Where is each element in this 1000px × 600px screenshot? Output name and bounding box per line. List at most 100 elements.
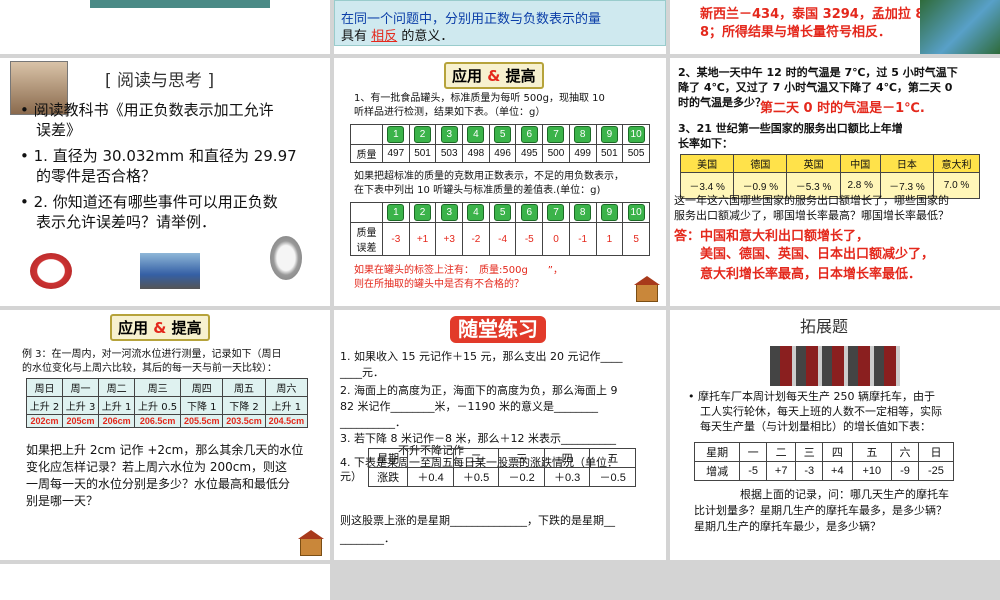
row-label-b: 误差 bbox=[356, 243, 377, 254]
week-header: 五 bbox=[851, 442, 893, 462]
definition-line-2: 具有 相反 的意义． bbox=[341, 28, 453, 46]
mass-value: 495 bbox=[515, 144, 544, 163]
day-header: 周六 bbox=[264, 378, 309, 397]
answer-line-1: 答：中国和意大利出口额增长了， bbox=[674, 229, 870, 244]
can-number: 5 bbox=[494, 204, 512, 221]
table-row: 上升 2 上升 3 上升 1 上升 0.5 下降 1 下降 2 上升 1 bbox=[25, 396, 309, 415]
water-level-table: 周日 周一 周二 周三 周四 周五 周六 上升 2 上升 3 上升 1 上升 0… bbox=[25, 378, 309, 428]
slide-practice: 随堂练习 1. 如果收入 15 元记作＋15 元，那么支出 20 元记作____… bbox=[334, 310, 666, 560]
slide-temperature: 2、某地一天中午 12 时的气温是 7℃，过 5 小时气温下 降了 4℃，又过了… bbox=[670, 58, 1000, 306]
definition-line-1: 在同一个问题中，分别用正数与负数表示的量 bbox=[341, 12, 602, 27]
example-question-c: 一周每一天的水位分别是多少？水位最高和最低分 bbox=[26, 477, 291, 491]
home-icon[interactable] bbox=[634, 276, 660, 302]
table-cell: 10 bbox=[622, 124, 650, 145]
table-cell: 5 bbox=[488, 124, 517, 145]
example-question: 如果把上升 2cm 记作 +2cm，那么其余几天的水位 bbox=[26, 443, 304, 457]
stock-header: 四 bbox=[543, 448, 591, 468]
temp-question-b: 降了 4℃，又过了 7 小时气温又下降了 4℃，第二天 0 bbox=[678, 81, 953, 94]
level-value: 203.5cm bbox=[222, 414, 266, 428]
motorcycles-image bbox=[770, 346, 900, 386]
alarm-clock-image bbox=[30, 253, 72, 289]
week-header: 四 bbox=[822, 442, 853, 462]
example-question-d: 别是哪一天？ bbox=[26, 494, 99, 508]
temp-answer: 第二天 0 时的气温是－1℃. bbox=[760, 101, 925, 116]
stock-header: 星期 bbox=[367, 448, 409, 468]
table-cell: 3 bbox=[435, 124, 464, 145]
practice-q4b: 元） bbox=[340, 470, 362, 483]
can-number: 1 bbox=[387, 204, 405, 221]
week-header: 三 bbox=[795, 442, 824, 462]
day-header: 周四 bbox=[180, 378, 224, 397]
river-image bbox=[920, 0, 1000, 54]
table-cell: 8 bbox=[568, 124, 597, 145]
country-name: 日本 bbox=[879, 154, 935, 173]
week-header: 日 bbox=[917, 442, 955, 462]
mass-value: 503 bbox=[435, 144, 464, 163]
diff-value: +1 bbox=[408, 222, 437, 256]
slide-reading: [ 阅读与思考 ] • 阅读教科书《用正负数表示加工允许 误差》 • 1. 直径… bbox=[0, 58, 330, 306]
extension-question-b: 比计划量多？星期几生产的摩托车最多，是多少辆？ bbox=[694, 504, 947, 517]
reading-title: [ 阅读与思考 ] bbox=[105, 71, 215, 91]
example-question-b: 变化应怎样记录？若上周六水位为 200cm，则这 bbox=[26, 460, 288, 474]
diff-value: -4 bbox=[488, 222, 517, 256]
stock-header: 五 bbox=[589, 448, 636, 468]
level-value: 205cm bbox=[62, 414, 100, 428]
slide-apply-1: 应用 & 提高 1、有一批食品罐头，标准质量为每听 500g，现抽取 10 听样… bbox=[334, 58, 666, 306]
stock-header: 三 bbox=[498, 448, 545, 468]
diff-value: -5 bbox=[515, 222, 544, 256]
reading-bullet-2: • 1. 直径为 30.032mm 和直径为 29.97 bbox=[20, 147, 297, 165]
can-number: 9 bbox=[600, 126, 618, 143]
slide-top-left bbox=[0, 0, 330, 54]
week-header: 二 bbox=[765, 442, 797, 462]
extension-question: 根据上面的记录，问：哪几天生产的摩托车 bbox=[740, 488, 949, 501]
question-1b: 听样品进行检测，结果如下表。（单位：g） bbox=[354, 107, 546, 118]
can-number: 6 bbox=[520, 204, 538, 221]
level-value: 202cm bbox=[25, 414, 64, 428]
diff-value: -1 bbox=[568, 222, 597, 256]
apply-badge: 应用 & 提高 bbox=[444, 62, 544, 89]
table-cell: 6 bbox=[515, 124, 544, 145]
definition-answer: 相反 bbox=[371, 29, 398, 44]
table-cell bbox=[350, 124, 383, 145]
table-cell: 4 bbox=[462, 202, 490, 223]
practice-q5b: ________． bbox=[340, 532, 395, 545]
diff-value: 5 bbox=[622, 222, 650, 256]
level-value: 206.5cm bbox=[134, 414, 182, 428]
table-cell: 6 bbox=[515, 202, 544, 223]
change-value: 下降 1 bbox=[180, 396, 224, 415]
table-row: 1 2 3 4 5 6 7 8 9 10 bbox=[350, 124, 650, 145]
level-value: 206cm bbox=[98, 414, 136, 428]
table-cell: 7 bbox=[542, 124, 570, 145]
can-number: 3 bbox=[440, 126, 458, 143]
row-label: 质量 bbox=[350, 144, 383, 163]
table-row: 质量 误差 -3 +1 +3 -2 -4 -5 0 -1 1 5 bbox=[350, 222, 650, 256]
extension-p1b: 工人实行轮休，每天上班的人数不一定相等，实际 bbox=[700, 405, 942, 418]
home-icon[interactable] bbox=[298, 530, 324, 556]
slide-extension: 拓展题 • 摩托车厂本周计划每天生产 250 辆摩托车，由于 工人实行轮休，每天… bbox=[670, 310, 1000, 560]
badge-text-2: 提高 bbox=[505, 67, 536, 85]
table-cell: 2 bbox=[408, 202, 437, 223]
can-number: 8 bbox=[574, 126, 592, 143]
example-text: 例 3：在一周内，对一河流水位进行测量，记录如下（周日 bbox=[22, 349, 282, 360]
question-3b: 则在所抽取的罐头中是否有不合格的？ bbox=[354, 279, 524, 290]
level-value: 204.5cm bbox=[264, 414, 309, 428]
diff-value: -3 bbox=[382, 222, 410, 256]
week-value: -9 bbox=[891, 461, 919, 481]
can-number: 2 bbox=[414, 126, 432, 143]
table-cell: 2 bbox=[408, 124, 437, 145]
slide-top-right: 新西兰－434，泰国 3294，孟加拉 8 8；所得结果与增长量符号相反． bbox=[670, 0, 1000, 54]
diff-value: 0 bbox=[542, 222, 570, 256]
country-name: 德国 bbox=[733, 154, 788, 173]
mass-table: 1 2 3 4 5 6 7 8 9 10 质量 497 501 503 498 … bbox=[350, 124, 650, 163]
row-label-a: 质量 bbox=[356, 228, 377, 239]
practice-q1: 1. 如果收入 15 元记作＋15 元，那么支出 20 元记作____ bbox=[340, 350, 623, 363]
stock-value: ＋0.4 bbox=[407, 467, 454, 487]
day-header: 周三 bbox=[134, 378, 182, 397]
extension-question-c: 星期几生产的摩托车最少，是多少辆？ bbox=[694, 520, 881, 533]
table-row: 涨跌 ＋0.4 ＋0.5 －0.2 ＋0.3 －0.5 bbox=[367, 467, 636, 487]
question-3: 如果在罐头的标签上注有： 质量:500g ”， bbox=[354, 265, 563, 276]
reading-bullet-3: • 2. 你知道还有哪些事件可以用正负数 bbox=[20, 193, 278, 211]
question-2: 如果把超标准的质量的克数用正数表示，不足的用负数表示， bbox=[354, 171, 624, 182]
can-number: 10 bbox=[627, 204, 645, 221]
row-label: 质量 误差 bbox=[350, 222, 383, 256]
